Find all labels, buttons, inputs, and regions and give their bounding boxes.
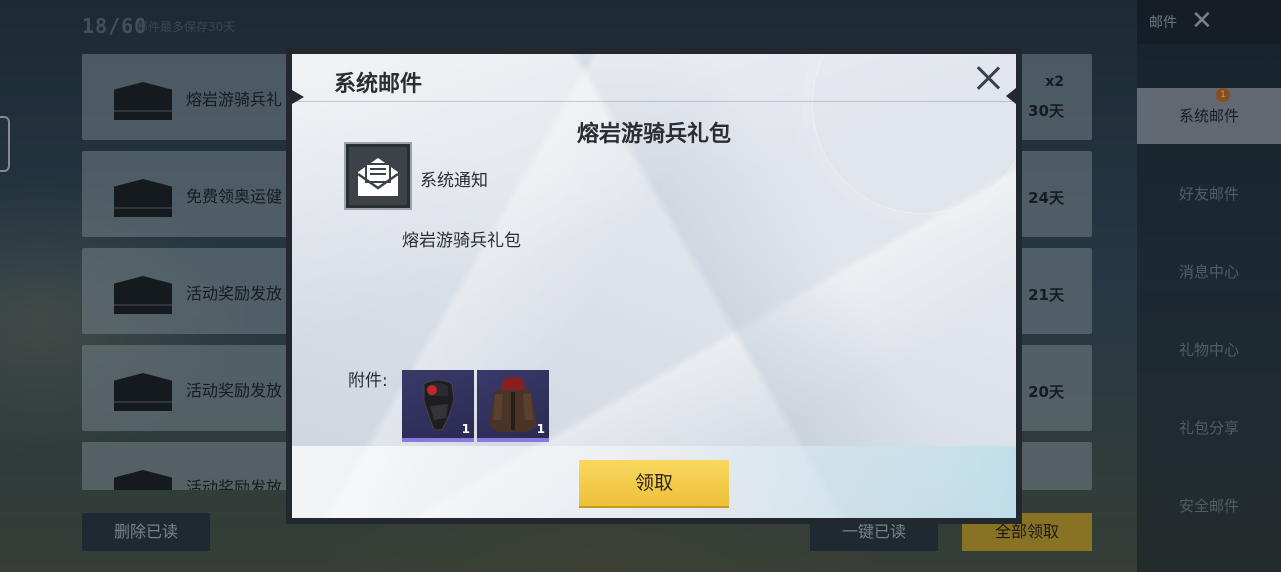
header-accent-left: [292, 90, 318, 104]
attachment-item[interactable]: 1: [477, 370, 549, 442]
mail-envelope-icon: [344, 142, 412, 210]
item-quantity: 1: [461, 422, 470, 436]
attachment-item[interactable]: 1: [402, 370, 474, 442]
claim-button[interactable]: 领取: [579, 460, 729, 506]
dialog-header: 系统邮件: [292, 54, 1016, 102]
mail-detail-dialog: 系统邮件 熔岩游骑兵礼包 系统通知 熔岩游骑兵礼包 附件: 1 1 领取: [286, 48, 1022, 524]
sender-name: 系统通知: [420, 171, 488, 191]
item-quantity: 1: [536, 422, 545, 436]
close-icon[interactable]: [972, 62, 1004, 94]
dialog-body: 系统邮件 熔岩游骑兵礼包 系统通知 熔岩游骑兵礼包 附件: 1 1 领取: [292, 54, 1016, 518]
dialog-title: 系统邮件: [334, 72, 423, 97]
header-accent-right: [1006, 88, 1016, 104]
attachments-label: 附件:: [348, 371, 388, 391]
mail-body-text: 熔岩游骑兵礼包: [402, 231, 521, 251]
